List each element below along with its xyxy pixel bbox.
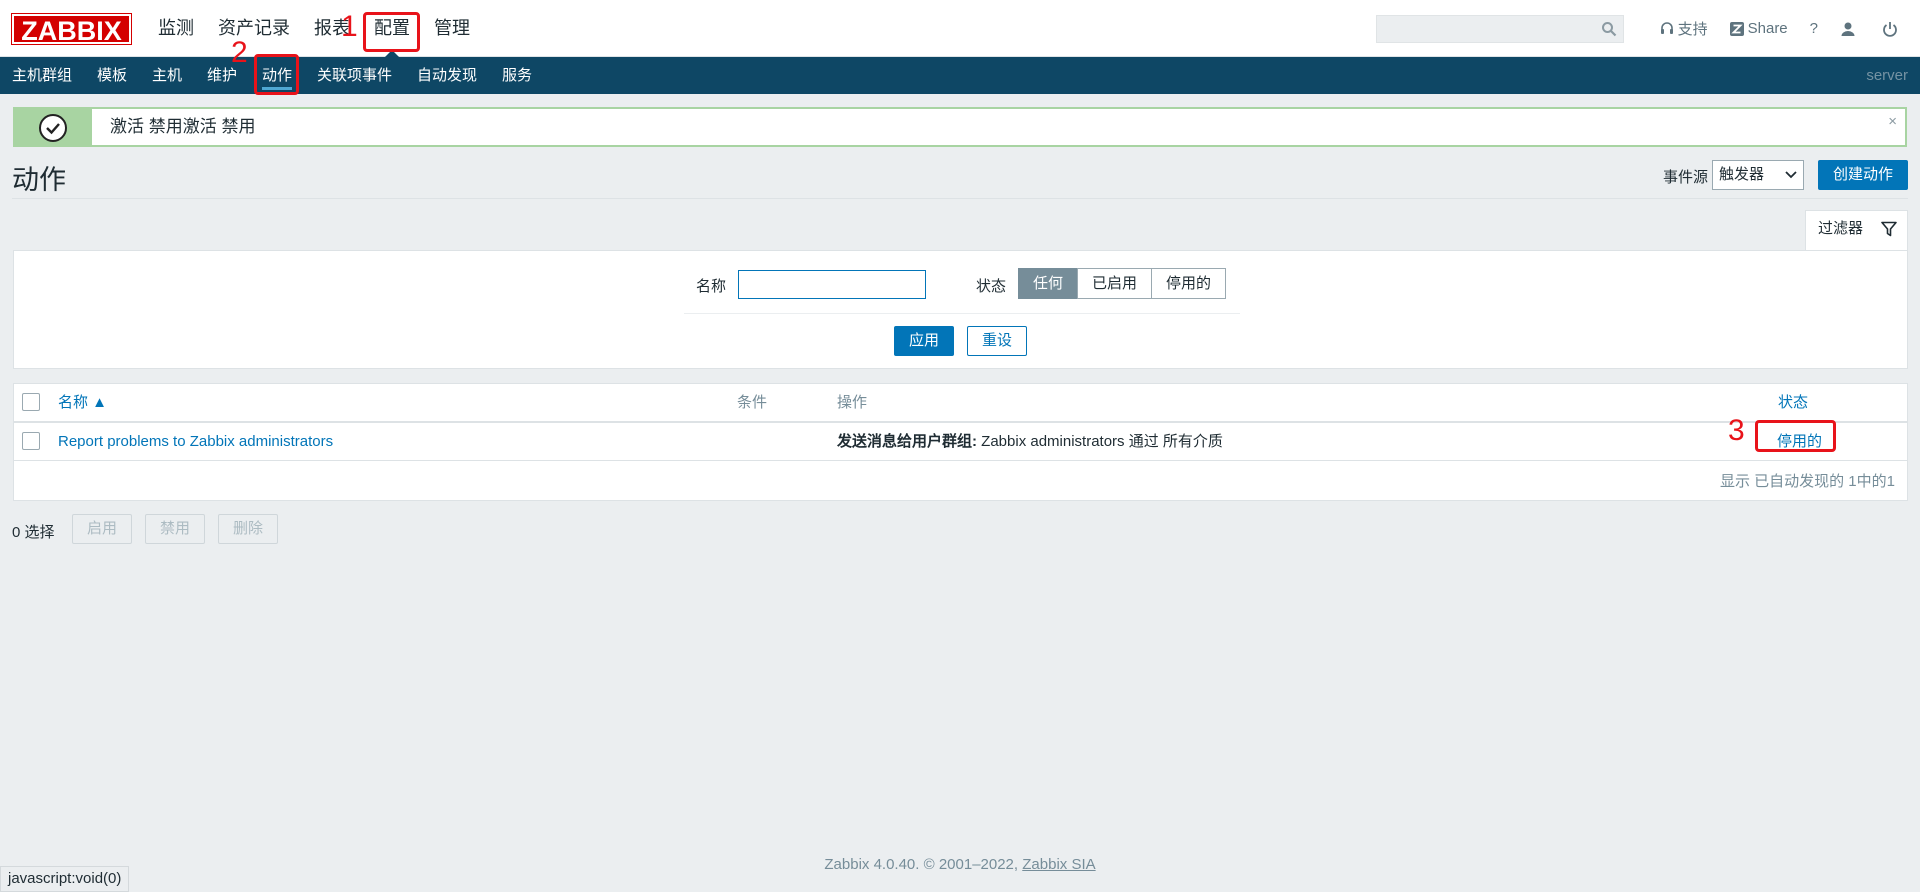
annotation-number-2: 2 bbox=[231, 36, 248, 69]
operations-detail: Zabbix administrators 通过 所有介质 bbox=[977, 433, 1223, 450]
row-checkbox[interactable] bbox=[22, 432, 40, 450]
footer-company-link[interactable]: Zabbix SIA bbox=[1022, 856, 1095, 873]
main-menu: 监测 资产记录 报表 配置 管理 bbox=[146, 0, 482, 57]
filter-panel: 名称 状态 任何 已启用 停用的 应用 重设 bbox=[13, 250, 1908, 369]
annotation-box-status bbox=[1755, 420, 1836, 452]
state-option-enabled[interactable]: 已启用 bbox=[1077, 268, 1153, 299]
annotation-number-1: 1 bbox=[341, 10, 358, 43]
apply-button[interactable]: 应用 bbox=[894, 326, 954, 356]
filter-tab-label: 过滤器 bbox=[1818, 220, 1864, 237]
user-profile-link[interactable] bbox=[1840, 21, 1860, 37]
zabbix-logo[interactable]: ZABBIX bbox=[11, 13, 132, 46]
column-header-status[interactable]: 状态 bbox=[1778, 384, 1808, 421]
operations-bold-label: 发送消息给用户群组: bbox=[837, 433, 977, 450]
event-source-value: 触发器 bbox=[1719, 166, 1765, 183]
search-icon[interactable] bbox=[1601, 21, 1617, 37]
row-divider bbox=[14, 460, 1907, 461]
reset-button[interactable]: 重设 bbox=[967, 326, 1027, 356]
action-name-link[interactable]: Report problems to Zabbix administrators bbox=[58, 423, 333, 460]
checkmark-icon bbox=[39, 114, 67, 142]
power-icon bbox=[1883, 21, 1897, 37]
selected-count: 0 选择 bbox=[12, 524, 55, 541]
header-tools: 支持 Share ? bbox=[1638, 0, 1920, 57]
create-action-button[interactable]: 创建动作 bbox=[1818, 160, 1908, 190]
search-input[interactable] bbox=[1376, 15, 1624, 43]
success-message: 激活 禁用激活 禁用 × bbox=[13, 107, 1907, 147]
submenu-host-groups[interactable]: 主机群组 bbox=[12, 57, 72, 94]
submenu-discovery[interactable]: 自动发现 bbox=[417, 57, 477, 94]
state-option-disabled[interactable]: 停用的 bbox=[1151, 268, 1227, 299]
event-source-select[interactable]: 触发器 bbox=[1712, 160, 1804, 190]
headset-icon bbox=[1660, 21, 1673, 34]
support-link[interactable]: 支持 bbox=[1660, 18, 1708, 39]
submenu-event-correlation[interactable]: 关联项事件 bbox=[317, 57, 392, 94]
state-option-any[interactable]: 任何 bbox=[1018, 268, 1079, 299]
success-indicator bbox=[15, 109, 92, 145]
sign-out-link[interactable] bbox=[1882, 21, 1902, 37]
event-source-label: 事件源 bbox=[1663, 169, 1709, 186]
disable-button[interactable]: 禁用 bbox=[145, 514, 205, 544]
submenu-services[interactable]: 服务 bbox=[502, 57, 532, 94]
header-divider bbox=[12, 198, 1908, 199]
submenu-hosts[interactable]: 主机 bbox=[152, 57, 182, 94]
share-link[interactable]: Share bbox=[1729, 20, 1788, 37]
menu-administration[interactable]: 管理 bbox=[422, 0, 482, 57]
help-link[interactable]: ? bbox=[1810, 20, 1818, 37]
page-title: 动作 bbox=[12, 165, 66, 195]
column-header-operations: 操作 bbox=[837, 394, 868, 411]
chevron-down-icon bbox=[1785, 171, 1797, 179]
filter-state-radio: 任何 已启用 停用的 bbox=[1018, 268, 1227, 299]
delete-button[interactable]: 删除 bbox=[218, 514, 278, 544]
column-header-conditions: 条件 bbox=[737, 394, 768, 411]
server-name: server bbox=[1866, 67, 1908, 84]
pagination-info: 显示 已自动发现的 1中的1 bbox=[1719, 473, 1895, 490]
action-operations: 发送消息给用户群组: Zabbix administrators 通过 所有介质 bbox=[837, 423, 1223, 460]
filter-name-input[interactable] bbox=[738, 270, 926, 299]
browser-status-bar: javascript:void(0) bbox=[0, 866, 130, 892]
filter-icon bbox=[1881, 221, 1897, 237]
filter-tab[interactable]: 过滤器 bbox=[1805, 210, 1908, 251]
message-text: 激活 禁用激活 禁用 bbox=[110, 117, 256, 136]
submenu-templates[interactable]: 模板 bbox=[97, 57, 127, 94]
page-footer: Zabbix 4.0.40. © 2001–2022, Zabbix SIA bbox=[0, 856, 1920, 873]
menu-inventory[interactable]: 资产记录 bbox=[206, 0, 302, 57]
filter-state-label: 状态 bbox=[976, 278, 1007, 295]
support-label: 支持 bbox=[1677, 21, 1708, 38]
column-header-name[interactable]: 名称 ▲ bbox=[58, 384, 107, 421]
footer-text: Zabbix 4.0.40. © 2001–2022, bbox=[824, 856, 1023, 873]
share-label: Share bbox=[1747, 20, 1788, 37]
enable-button[interactable]: 启用 bbox=[72, 514, 132, 544]
user-icon bbox=[1841, 22, 1855, 36]
menu-monitoring[interactable]: 监测 bbox=[146, 0, 206, 57]
select-all-checkbox[interactable] bbox=[22, 393, 40, 411]
annotation-box-configuration bbox=[363, 12, 420, 52]
annotation-box-actions bbox=[254, 54, 299, 95]
filter-name-label: 名称 bbox=[696, 278, 727, 295]
filter-divider bbox=[684, 313, 1240, 314]
annotation-number-3: 3 bbox=[1728, 414, 1745, 447]
top-header: ZABBIX 监测 资产记录 报表 配置 管理 支持 Share ? bbox=[0, 0, 1920, 57]
close-icon[interactable]: × bbox=[1888, 113, 1897, 130]
actions-table: 名称 ▲ 条件 操作 状态 Report problems to Zabbix … bbox=[13, 383, 1908, 501]
share-z-icon bbox=[1729, 21, 1744, 36]
